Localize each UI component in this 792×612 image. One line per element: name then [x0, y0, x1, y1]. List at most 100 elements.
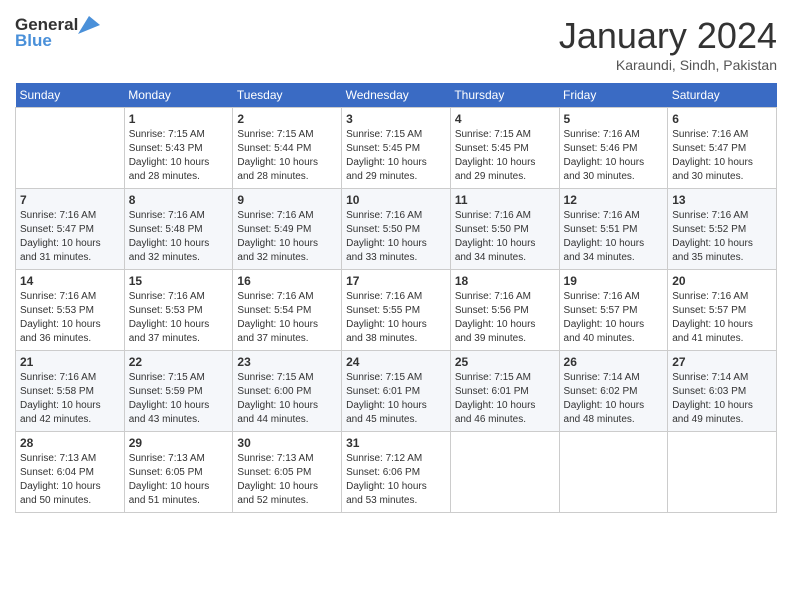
day-info: Sunrise: 7:14 AM Sunset: 6:03 PM Dayligh…: [672, 371, 772, 427]
day-info: Sunrise: 7:16 AM Sunset: 5:52 PM Dayligh…: [672, 209, 772, 265]
calendar-cell: 12 Sunrise: 7:16 AM Sunset: 5:51 PM Dayli…: [559, 189, 668, 270]
day-number: 29: [129, 436, 229, 450]
day-number: 24: [346, 355, 446, 369]
day-number: 3: [346, 112, 446, 126]
calendar-cell: 22Sunrise: 7:15 AM Sunset: 5:59 PM Dayli…: [124, 351, 233, 432]
day-number: 31: [346, 436, 446, 450]
day-info: Sunrise: 7:15 AM Sunset: 5:45 PM Dayligh…: [455, 128, 555, 184]
weekday-header: Sunday: [16, 83, 125, 108]
day-info: Sunrise: 7:16 AM Sunset: 5:50 PM Dayligh…: [346, 209, 446, 265]
day-info: Sunrise: 7:16 AM Sunset: 5:48 PM Dayligh…: [129, 209, 229, 265]
day-number: 23: [237, 355, 337, 369]
calendar-cell: 27 Sunrise: 7:14 AM Sunset: 6:03 PM Dayli…: [668, 351, 777, 432]
day-number: 8: [129, 193, 229, 207]
weekday-header: Tuesday: [233, 83, 342, 108]
calendar-cell: [559, 432, 668, 513]
calendar-week-row: 7 Sunrise: 7:16 AM Sunset: 5:47 PM Daylig…: [16, 189, 777, 270]
calendar-cell: 31Sunrise: 7:12 AM Sunset: 6:06 PM Dayli…: [342, 432, 451, 513]
day-number: 9: [237, 193, 337, 207]
day-info: Sunrise: 7:14 AM Sunset: 6:02 PM Dayligh…: [564, 371, 664, 427]
logo: General Blue: [15, 15, 100, 51]
calendar-cell: [668, 432, 777, 513]
day-number: 19: [564, 274, 664, 288]
day-info: Sunrise: 7:13 AM Sunset: 6:04 PM Dayligh…: [20, 452, 120, 508]
day-info: Sunrise: 7:16 AM Sunset: 5:46 PM Dayligh…: [564, 128, 664, 184]
day-number: 13: [672, 193, 772, 207]
calendar-cell: 6 Sunrise: 7:16 AM Sunset: 5:47 PM Daylig…: [668, 108, 777, 189]
weekday-header: Monday: [124, 83, 233, 108]
calendar-cell: 7 Sunrise: 7:16 AM Sunset: 5:47 PM Daylig…: [16, 189, 125, 270]
calendar-cell: 2 Sunrise: 7:15 AM Sunset: 5:44 PM Daylig…: [233, 108, 342, 189]
calendar-cell: 17 Sunrise: 7:16 AM Sunset: 5:55 PM Dayli…: [342, 270, 451, 351]
calendar-cell: 14 Sunrise: 7:16 AM Sunset: 5:53 PM Dayli…: [16, 270, 125, 351]
calendar-week-row: 28Sunrise: 7:13 AM Sunset: 6:04 PM Dayli…: [16, 432, 777, 513]
day-info: Sunrise: 7:15 AM Sunset: 5:59 PM Dayligh…: [129, 371, 229, 427]
calendar-cell: 8 Sunrise: 7:16 AM Sunset: 5:48 PM Daylig…: [124, 189, 233, 270]
calendar-cell: 15 Sunrise: 7:16 AM Sunset: 5:53 PM Dayli…: [124, 270, 233, 351]
calendar-cell: 19 Sunrise: 7:16 AM Sunset: 5:57 PM Dayli…: [559, 270, 668, 351]
day-info: Sunrise: 7:16 AM Sunset: 5:47 PM Dayligh…: [20, 209, 120, 265]
day-info: Sunrise: 7:15 AM Sunset: 5:45 PM Dayligh…: [346, 128, 446, 184]
day-info: Sunrise: 7:15 AM Sunset: 5:43 PM Dayligh…: [129, 128, 229, 184]
logo-text-blue: Blue: [15, 31, 52, 51]
calendar-cell: 24Sunrise: 7:15 AM Sunset: 6:01 PM Dayli…: [342, 351, 451, 432]
calendar-week-row: 1 Sunrise: 7:15 AM Sunset: 5:43 PM Daylig…: [16, 108, 777, 189]
title-block: January 2024 Karaundi, Sindh, Pakistan: [559, 15, 777, 73]
calendar-cell: 3 Sunrise: 7:15 AM Sunset: 5:45 PM Daylig…: [342, 108, 451, 189]
calendar-week-row: 14 Sunrise: 7:16 AM Sunset: 5:53 PM Dayli…: [16, 270, 777, 351]
calendar-cell: 23 Sunrise: 7:15 AM Sunset: 6:00 PM Dayli…: [233, 351, 342, 432]
day-number: 4: [455, 112, 555, 126]
calendar-cell: 25Sunrise: 7:15 AM Sunset: 6:01 PM Dayli…: [450, 351, 559, 432]
weekday-header: Saturday: [668, 83, 777, 108]
calendar-cell: [16, 108, 125, 189]
day-number: 7: [20, 193, 120, 207]
calendar-cell: 4 Sunrise: 7:15 AM Sunset: 5:45 PM Daylig…: [450, 108, 559, 189]
month-title: January 2024: [559, 15, 777, 57]
calendar-cell: 30Sunrise: 7:13 AM Sunset: 6:05 PM Dayli…: [233, 432, 342, 513]
day-info: Sunrise: 7:13 AM Sunset: 6:05 PM Dayligh…: [237, 452, 337, 508]
location: Karaundi, Sindh, Pakistan: [559, 57, 777, 73]
day-info: Sunrise: 7:13 AM Sunset: 6:05 PM Dayligh…: [129, 452, 229, 508]
day-number: 11: [455, 193, 555, 207]
calendar-table: SundayMondayTuesdayWednesdayThursdayFrid…: [15, 83, 777, 513]
calendar-week-row: 21Sunrise: 7:16 AM Sunset: 5:58 PM Dayli…: [16, 351, 777, 432]
day-number: 27: [672, 355, 772, 369]
day-info: Sunrise: 7:16 AM Sunset: 5:47 PM Dayligh…: [672, 128, 772, 184]
day-info: Sunrise: 7:16 AM Sunset: 5:53 PM Dayligh…: [20, 290, 120, 346]
day-info: Sunrise: 7:16 AM Sunset: 5:54 PM Dayligh…: [237, 290, 337, 346]
page-header: General Blue January 2024 Karaundi, Sind…: [15, 15, 777, 73]
weekday-header: Friday: [559, 83, 668, 108]
day-info: Sunrise: 7:15 AM Sunset: 6:00 PM Dayligh…: [237, 371, 337, 427]
day-number: 2: [237, 112, 337, 126]
calendar-cell: 13 Sunrise: 7:16 AM Sunset: 5:52 PM Dayli…: [668, 189, 777, 270]
day-info: Sunrise: 7:16 AM Sunset: 5:56 PM Dayligh…: [455, 290, 555, 346]
day-number: 12: [564, 193, 664, 207]
calendar-cell: 20Sunrise: 7:16 AM Sunset: 5:57 PM Dayli…: [668, 270, 777, 351]
day-info: Sunrise: 7:15 AM Sunset: 5:44 PM Dayligh…: [237, 128, 337, 184]
day-number: 16: [237, 274, 337, 288]
logo-graphic: General Blue: [15, 15, 100, 51]
day-info: Sunrise: 7:16 AM Sunset: 5:51 PM Dayligh…: [564, 209, 664, 265]
logo-arrow-icon: [78, 16, 100, 34]
day-info: Sunrise: 7:16 AM Sunset: 5:53 PM Dayligh…: [129, 290, 229, 346]
day-number: 1: [129, 112, 229, 126]
day-info: Sunrise: 7:16 AM Sunset: 5:55 PM Dayligh…: [346, 290, 446, 346]
calendar-cell: [450, 432, 559, 513]
calendar-cell: 29 Sunrise: 7:13 AM Sunset: 6:05 PM Dayli…: [124, 432, 233, 513]
day-number: 26: [564, 355, 664, 369]
day-info: Sunrise: 7:16 AM Sunset: 5:57 PM Dayligh…: [564, 290, 664, 346]
day-info: Sunrise: 7:16 AM Sunset: 5:57 PM Dayligh…: [672, 290, 772, 346]
day-number: 15: [129, 274, 229, 288]
calendar-cell: 28Sunrise: 7:13 AM Sunset: 6:04 PM Dayli…: [16, 432, 125, 513]
day-number: 18: [455, 274, 555, 288]
day-number: 17: [346, 274, 446, 288]
day-number: 6: [672, 112, 772, 126]
calendar-cell: 5 Sunrise: 7:16 AM Sunset: 5:46 PM Daylig…: [559, 108, 668, 189]
day-number: 25: [455, 355, 555, 369]
calendar-cell: 21Sunrise: 7:16 AM Sunset: 5:58 PM Dayli…: [16, 351, 125, 432]
calendar-cell: 1 Sunrise: 7:15 AM Sunset: 5:43 PM Daylig…: [124, 108, 233, 189]
day-number: 5: [564, 112, 664, 126]
weekday-header: Wednesday: [342, 83, 451, 108]
day-number: 10: [346, 193, 446, 207]
day-number: 14: [20, 274, 120, 288]
